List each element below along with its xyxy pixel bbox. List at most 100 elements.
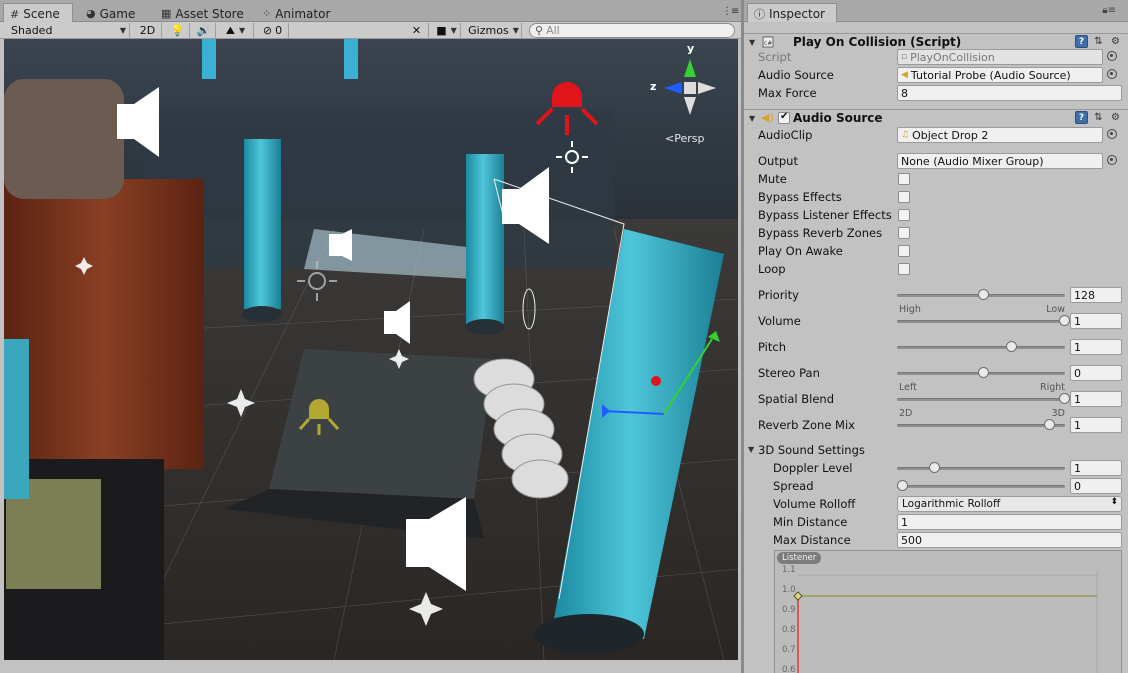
slider-value: 1 [1074,418,1081,432]
doppler-slider[interactable] [897,467,1065,470]
slider-value-field[interactable]: 0 [1070,365,1122,381]
grid-icon: # [10,7,20,21]
spread-row: Spread 0 [744,477,1128,495]
lighting-toggle[interactable]: 💡 [166,23,190,38]
rolloff-dropdown[interactable]: Logarithmic Rolloff ⬍ [897,496,1122,512]
preset-icon[interactable]: ⇅ [1092,35,1105,48]
toggle-checkbox[interactable] [898,263,910,275]
max-force-field[interactable]: 8 [897,85,1122,101]
toggle-checkbox[interactable] [898,245,910,257]
script-icon: c# [762,36,774,48]
slider-thumb[interactable] [1059,315,1070,326]
panel-menu-icon[interactable]: ⋮≡ [722,6,739,17]
spread-slider-thumb[interactable] [897,480,908,491]
slider-value-field[interactable]: 128 [1070,287,1122,303]
audio-source-header[interactable]: ▼ ◀) ✔ Audio Source ? ⇅ ⚙ [744,109,1128,126]
audio-source-ref-field[interactable]: ◀ Tutorial Probe (Audio Source) [897,67,1103,83]
toggle-2d-button[interactable]: 2D [134,23,162,38]
fold-arrow-icon[interactable]: ▼ [749,38,755,47]
output-field[interactable]: None (Audio Mixer Group) [897,153,1103,169]
gear-icon[interactable]: ⚙ [1109,111,1122,124]
slider-value-field[interactable]: 1 [1070,313,1122,329]
slider-label: Pitch [758,340,786,354]
curve-plot [793,571,1098,673]
gizmos-dropdown[interactable]: Gizmos ▼ [466,23,522,38]
hidden-objects-toggle[interactable]: ⊘ 0 [257,23,289,38]
lock-icon[interactable]: 🔒︎≡ [1102,5,1116,16]
slider-value-field[interactable]: 1 [1070,391,1122,407]
slider-track[interactable] [897,424,1065,427]
audioclip-field[interactable]: ♫ Object Drop 2 [897,127,1103,143]
audio-toggle[interactable]: 🔊 [192,23,216,38]
slider-thumb[interactable] [978,367,989,378]
fold-arrow-icon[interactable]: ▼ [748,445,754,454]
toggle-checkbox[interactable] [898,173,910,185]
eye-slash-icon: ⊘ [262,24,273,37]
slider-thumb[interactable] [978,289,989,300]
slider-thumb[interactable] [1044,419,1055,430]
curve-key-point [793,591,803,601]
rolloff-curve-graph[interactable]: Listener 1.1 1.0 0.9 0.8 0.7 0.6 [774,550,1122,673]
slider-row: Volume 1 [744,312,1128,330]
updown-arrow-icon: ⬍ [1110,497,1118,507]
search-icon: ⚲ [535,24,544,37]
tab-animator[interactable]: ⁘ Animator [256,3,340,22]
script-value: PlayOnCollision [910,50,995,64]
camera-dropdown[interactable]: ■ ▼ [433,23,461,38]
slider-value-field[interactable]: 1 [1070,339,1122,355]
object-picker-icon[interactable] [1107,51,1117,61]
projection-label[interactable]: <Persp [665,132,704,145]
spread-field[interactable]: 0 [1070,478,1122,494]
toggle-label: Bypass Reverb Zones [758,226,883,240]
help-icon[interactable]: ? [1075,111,1088,124]
scene-viewport[interactable]: y z <Persp [4,39,738,660]
script-row: Script ▫ PlayOnCollision [744,48,1128,66]
tab-game[interactable]: ◕ Game [80,3,148,22]
slider-track[interactable] [897,398,1065,401]
projection-text: Persp [674,132,705,145]
object-picker-icon[interactable] [1107,69,1117,79]
preset-icon[interactable]: ⇅ [1092,111,1105,124]
min-distance-field[interactable]: 1 [897,514,1122,530]
doppler-value: 1 [1074,461,1081,475]
max-distance-field[interactable]: 500 [897,532,1122,548]
slider-value-field[interactable]: 1 [1070,417,1122,433]
script-field[interactable]: ▫ PlayOnCollision [897,49,1103,65]
slider-row: Reverb Zone Mix 1 [744,416,1128,434]
toggle-checkbox[interactable] [898,209,910,221]
effects-icon: ⛰ [225,23,236,37]
pacman-icon: ◕ [86,7,96,20]
toggle-checkbox[interactable] [898,227,910,239]
checkmark-icon: ✔ [780,111,789,122]
slider-thumb[interactable] [1059,393,1070,404]
scene-search-input[interactable]: ⚲ All [529,23,735,38]
spread-slider[interactable] [897,485,1065,488]
rolloff-row: Volume Rolloff Logarithmic Rolloff ⬍ [744,495,1128,513]
sound3d-header[interactable]: ▼ 3D Sound Settings [744,441,1128,459]
help-icon[interactable]: ? [1075,35,1088,48]
chevron-down-icon: ▼ [239,26,246,35]
object-picker-icon[interactable] [1107,155,1117,165]
draw-mode-dropdown[interactable]: Shaded ▼ [8,23,130,38]
tab-asset-store[interactable]: ▦ Asset Store [155,3,251,22]
chevron-down-icon: ▼ [450,26,457,35]
fold-arrow-icon[interactable]: ▼ [749,114,755,123]
toggle-row: Bypass Reverb Zones [744,224,1128,242]
slider-track[interactable] [897,320,1065,323]
effects-dropdown[interactable]: ⛰ ▼ [218,23,254,38]
tools-button[interactable]: ✕ [405,23,429,38]
slider-track[interactable] [897,346,1065,349]
slider-thumb[interactable] [1006,341,1017,352]
component-title: Play On Collision (Script) [793,35,962,49]
slider-row: Priority 128 High Low [744,286,1128,315]
toggle-checkbox[interactable] [898,191,910,203]
audio-source-enabled-checkbox[interactable]: ✔ [778,111,790,124]
tab-scene[interactable]: # Scene [3,3,73,22]
object-picker-icon[interactable] [1107,129,1117,139]
doppler-row: Doppler Level 1 [744,459,1128,477]
doppler-field[interactable]: 1 [1070,460,1122,476]
doppler-slider-thumb[interactable] [929,462,940,473]
tab-inspector[interactable]: ⓘ Inspector [747,3,837,22]
gear-icon[interactable]: ⚙ [1109,35,1122,48]
audioclip-label: AudioClip [758,128,813,142]
